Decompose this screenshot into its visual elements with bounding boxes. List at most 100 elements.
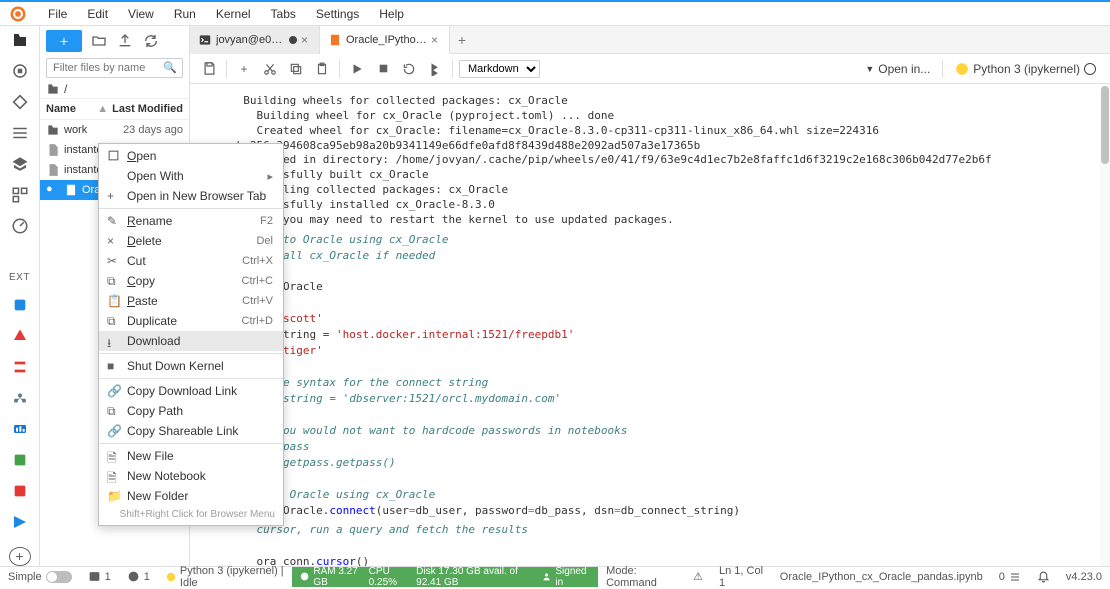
ext-icon-6[interactable] [8,450,32,471]
open-in-button[interactable]: ▼Open in... [859,62,936,76]
code-cell[interactable]: cursor, run a query and fetch the result… [230,522,1098,566]
status-kernels[interactable]: 1 [119,570,158,583]
menu-run[interactable]: Run [166,5,204,23]
status-version: v4.23.0 [1058,571,1110,583]
ctx-new-notebook[interactable]: 🗎New Notebook [99,466,283,486]
run-button[interactable] [346,58,368,80]
restart-button[interactable] [398,58,420,80]
running-dot-icon: ● [46,183,60,197]
menu-tabs[interactable]: Tabs [263,5,304,23]
ctx-copy-download-link[interactable]: 🔗Copy Download Link [99,381,283,401]
paste-button[interactable] [311,58,333,80]
close-tab-icon[interactable]: × [301,33,313,47]
ext-icon-2[interactable] [8,326,32,347]
status-bell-icon[interactable] [1029,570,1058,583]
ctx-new-folder[interactable]: 📁New Folder [99,486,283,506]
statusbar: Simple 1 1 Python 3 (ipykernel) | Idle R… [0,566,1110,586]
save-button[interactable] [198,58,220,80]
kernel-switcher[interactable]: Python 3 (ipykernel) [949,62,1102,76]
add-cell-button[interactable]: + [233,58,255,80]
simple-toggle[interactable] [46,571,72,583]
ctx-open[interactable]: Open [99,146,283,166]
ctx-hint: Shift+Right Click for Browser Menu [99,506,283,523]
new-tab-button[interactable]: + [450,32,474,48]
activity-add-button[interactable]: + [9,547,31,566]
ext-icon-5[interactable] [8,419,32,440]
status-mode[interactable]: Mode: Command [598,565,685,589]
refresh-icon[interactable] [142,32,160,50]
stop-button[interactable] [372,58,394,80]
menu-edit[interactable]: Edit [79,5,116,23]
menu-file[interactable]: File [40,5,75,23]
ctx-new-file[interactable]: 🗎New File [99,446,283,466]
restart-run-button[interactable] [424,58,446,80]
scrollbar[interactable] [1100,84,1110,566]
ctx-paste[interactable]: 📋PasteCtrl+V [99,291,283,311]
activity-running-icon[interactable] [8,61,32,82]
ctx-copy-path[interactable]: ⧉Copy Path [99,401,283,421]
notebook-icon [328,33,342,47]
ctx-shutdown-kernel[interactable]: ■Shut Down Kernel [99,356,283,376]
tab-notebook[interactable]: Oracle_IPython_cx_Oracle_j.X × [320,26,450,54]
activity-bar: EXT + [0,26,40,566]
col-name[interactable]: Name [46,103,93,115]
cut-button[interactable] [259,58,281,80]
tab-terminal[interactable]: jovyan@e02580aedb1c:~ × [190,26,320,54]
col-modified[interactable]: Last Modified [112,103,183,115]
tabbar: jovyan@e02580aedb1c:~ × Oracle_IPython_c… [190,26,1110,54]
copy-button[interactable] [285,58,307,80]
status-simple[interactable]: Simple [0,571,80,583]
code-cell[interactable]: t to Oracle using cx_Oracle stall cx_Ora… [230,232,1098,519]
menu-settings[interactable]: Settings [308,5,367,23]
terminal-icon [198,33,212,47]
notebook-toolbar: + Markdown ▼Open in... Python 3 (ipykern… [190,54,1110,84]
upload-icon[interactable] [116,32,134,50]
menu-kernel[interactable]: Kernel [208,5,259,23]
status-resource-pill[interactable]: RAM 3.27 GB CPU 0.25% Disk 17.30 GB avai… [292,567,598,587]
list-icon [1009,571,1021,583]
ctx-copy[interactable]: ⧉CopyCtrl+C [99,271,283,291]
file-row-folder[interactable]: work 23 days ago [40,120,189,140]
activity-ext-icon[interactable] [8,185,32,206]
ext-icon-4[interactable] [8,388,32,409]
ctx-duplicate[interactable]: ⧉DuplicateCtrl+D [99,311,283,331]
close-tab-icon[interactable]: × [431,33,443,47]
notebook[interactable]: Building wheels for collected packages: … [190,84,1110,566]
menu-help[interactable]: Help [371,5,412,23]
ext-label: EXT [9,272,30,283]
cell-prompt [190,522,230,566]
scrollbar-thumb[interactable] [1101,86,1109,164]
ctx-cut[interactable]: ✂CutCtrl+X [99,251,283,271]
dirty-dot-icon [289,36,297,44]
activity-dashboard-icon[interactable] [8,216,32,237]
ext-icon-7[interactable] [8,481,32,502]
status-terminals[interactable]: 1 [80,570,119,583]
ctx-open-browser[interactable]: +Open in New Browser Tab [99,186,283,206]
cell-type-select[interactable]: Markdown [459,60,540,78]
activity-toc-icon[interactable] [8,123,32,144]
activity-cap-icon[interactable] [8,154,32,175]
ext-icon-8[interactable] [8,512,32,533]
ext-icon-1[interactable] [8,295,32,316]
status-log[interactable]: 0 [991,571,1029,583]
menu-view[interactable]: View [120,5,162,23]
status-kernel[interactable]: Python 3 (ipykernel) | Idle [158,565,292,589]
context-menu: Open Open With▸ +Open in New Browser Tab… [98,143,284,526]
ctx-open-with[interactable]: Open With▸ [99,166,283,186]
new-folder-icon[interactable] [90,32,108,50]
activity-git-icon[interactable] [8,92,32,113]
jupyter-icon [8,4,28,24]
activity-folder-icon[interactable] [8,30,32,51]
breadcrumb[interactable]: / [40,80,189,99]
python-icon [166,571,176,583]
status-warn-icon[interactable]: ⚠ [685,570,711,583]
ctx-download[interactable]: ⭳Download [99,331,283,351]
python-icon [955,62,969,76]
ctx-rename[interactable]: ✎RenameF2 [99,211,283,231]
ctx-copy-shareable-link[interactable]: 🔗Copy Shareable Link [99,421,283,441]
ext-icon-3[interactable] [8,357,32,378]
new-launcher-button[interactable]: + [46,30,82,52]
status-filename[interactable]: Oracle_IPython_cx_Oracle_pandas.ipynb [772,571,991,583]
status-line-col[interactable]: Ln 1, Col 1 [711,565,772,589]
ctx-delete[interactable]: ×DeleteDel [99,231,283,251]
